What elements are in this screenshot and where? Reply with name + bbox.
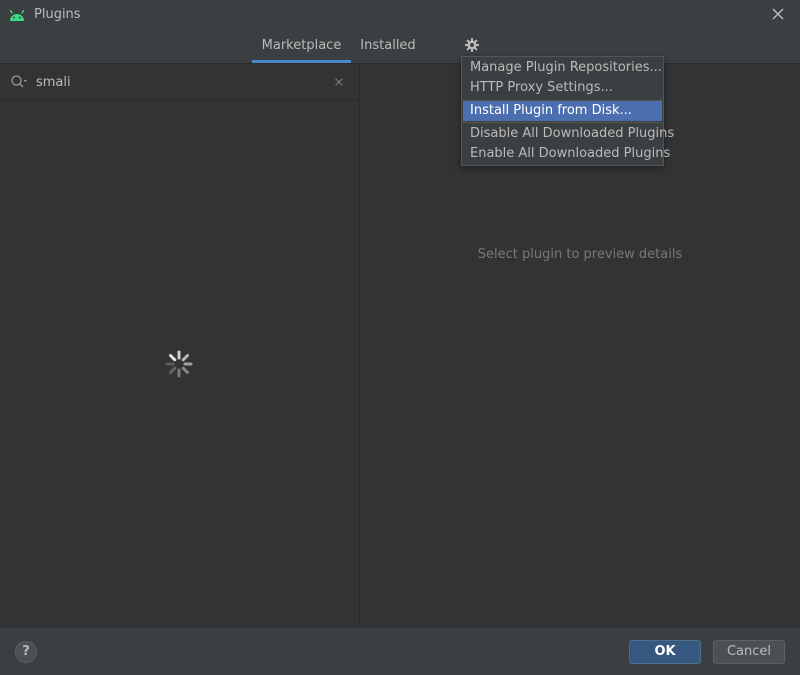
ok-button[interactable]: OK — [629, 640, 701, 664]
menu-separator — [463, 122, 662, 123]
menu-item-enable-all[interactable]: Enable All Downloaded Plugins — [463, 144, 670, 164]
menu-item-http-proxy[interactable]: HTTP Proxy Settings... — [463, 78, 662, 98]
menu-item-manage-repositories[interactable]: Manage Plugin Repositories... — [463, 58, 662, 78]
search-input[interactable] — [36, 72, 326, 92]
plugin-list-panel — [0, 64, 360, 628]
cancel-button[interactable]: Cancel — [713, 640, 785, 664]
loading-spinner-icon — [165, 350, 193, 378]
tab-installed[interactable]: Installed — [358, 30, 418, 63]
tabs-bar: Marketplace Installed — [0, 30, 800, 64]
settings-menu: Manage Plugin Repositories... HTTP Proxy… — [461, 56, 674, 166]
dialog-footer: ? OK Cancel — [0, 628, 800, 675]
gear-icon[interactable] — [464, 37, 480, 53]
clear-icon[interactable] — [333, 76, 345, 88]
dialog-title: Plugins — [34, 7, 81, 22]
search-icon[interactable] — [10, 74, 28, 90]
plugins-dialog: Plugins Marketplace Installed smali Sele… — [0, 0, 800, 675]
android-icon — [9, 9, 25, 21]
tab-marketplace[interactable]: Marketplace — [252, 30, 351, 63]
help-button[interactable]: ? — [15, 641, 37, 663]
close-icon[interactable] — [770, 6, 786, 22]
preview-placeholder-text: Select plugin to preview details — [477, 247, 683, 262]
menu-item-disable-all[interactable]: Disable All Downloaded Plugins — [463, 124, 674, 144]
title-bar: Plugins — [0, 0, 800, 30]
search-bar — [0, 64, 359, 100]
menu-item-install-from-disk[interactable]: Install Plugin from Disk... — [463, 101, 662, 121]
